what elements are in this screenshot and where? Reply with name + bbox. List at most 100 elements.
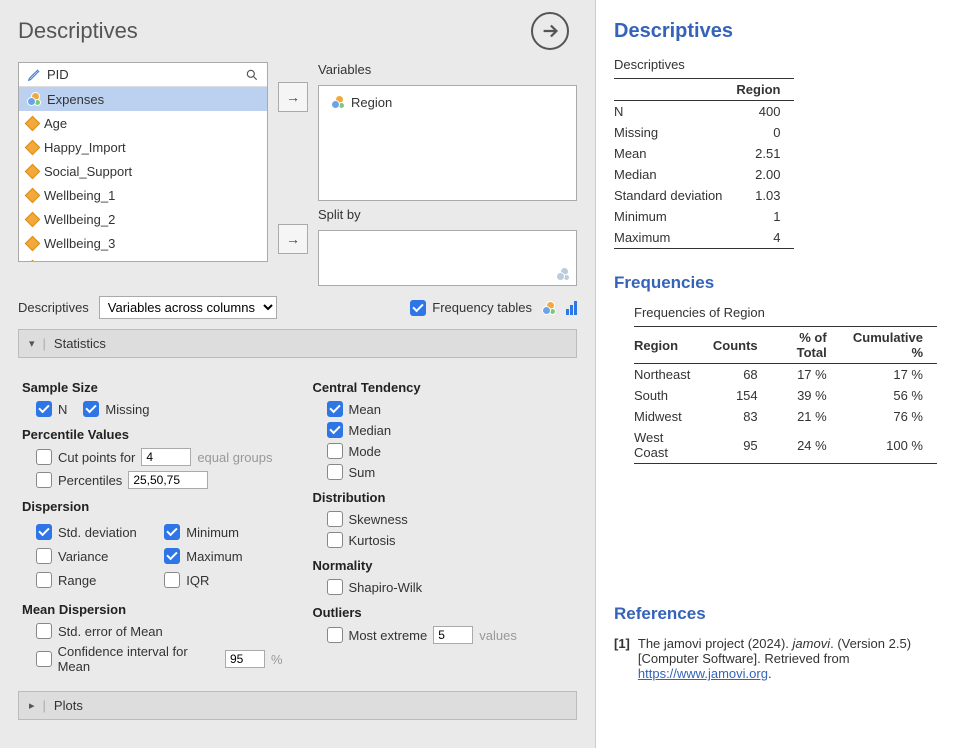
percentiles-input[interactable] (128, 471, 208, 489)
table-row: South15439 %56 % (634, 385, 937, 406)
median-checkbox[interactable]: Median (327, 422, 392, 438)
freq-table-label: Frequencies of Region (634, 305, 937, 320)
layout-select[interactable]: Variables across columns (99, 296, 277, 319)
distribution-head: Distribution (313, 490, 574, 505)
continuous-icon (25, 259, 41, 262)
list-item[interactable]: Region (323, 90, 572, 114)
nominal-icon (542, 301, 556, 315)
variable-label: Expenses (47, 92, 104, 107)
panel-title: Descriptives (18, 18, 577, 44)
list-item[interactable]: Wellbeing_2 (19, 207, 267, 231)
variable-label: Wellbeing_1 (44, 188, 115, 203)
source-variables-list[interactable]: PID Expenses Age Happy_Import Social_Suppor… (18, 62, 268, 262)
iqr-checkbox[interactable]: IQR (164, 572, 282, 588)
continuous-icon (25, 187, 41, 203)
most-extreme-suffix: values (479, 628, 517, 643)
mean-checkbox[interactable]: Mean (327, 401, 382, 417)
percentiles-checkbox[interactable]: Percentiles (36, 472, 122, 488)
variable-label: Wellbeing_3_R (44, 260, 132, 263)
list-item[interactable]: Wellbeing_3_R (19, 255, 267, 262)
chevron-right-icon: ▸ (29, 699, 35, 712)
continuous-icon (25, 139, 41, 155)
most-extreme-checkbox[interactable]: Most extreme (327, 627, 428, 643)
shapiro-checkbox[interactable]: Shapiro-Wilk (327, 579, 423, 595)
continuous-icon (25, 235, 41, 251)
run-button[interactable] (531, 12, 569, 50)
nominal-icon (556, 267, 570, 281)
table-row: Median2.00 (614, 164, 794, 185)
splitby-target[interactable] (318, 230, 577, 286)
cutpoints-input[interactable] (141, 448, 191, 466)
variable-label: Wellbeing_2 (44, 212, 115, 227)
splitby-label: Split by (318, 207, 577, 222)
table-row: Midwest8321 %76 % (634, 406, 937, 427)
list-item[interactable]: Wellbeing_1 (19, 183, 267, 207)
max-checkbox[interactable]: Maximum (164, 548, 282, 564)
ci-suffix: % (271, 652, 283, 667)
mean-dispersion-head: Mean Dispersion (22, 602, 283, 617)
variable-label: Social_Support (44, 164, 132, 179)
descriptives-table: Region N400Missing0Mean2.51Median2.00Sta… (614, 78, 794, 249)
descriptives-label: Descriptives (18, 300, 89, 315)
missing-checkbox[interactable]: Missing (83, 401, 149, 417)
search-icon[interactable] (245, 68, 259, 82)
variables-label: Variables (318, 62, 577, 77)
results-title: Descriptives (614, 20, 937, 43)
n-checkbox[interactable]: N (36, 401, 67, 417)
table-row: Standard deviation1.03 (614, 185, 794, 206)
cutpoints-checkbox[interactable]: Cut points for (36, 449, 135, 465)
ci-input[interactable] (225, 650, 265, 668)
plots-section[interactable]: ▸ | Plots (18, 691, 577, 720)
central-head: Central Tendency (313, 380, 574, 395)
cutpoints-suffix: equal groups (197, 450, 272, 465)
statistics-section[interactable]: ▾ | Statistics (18, 329, 577, 358)
nominal-icon (331, 95, 345, 109)
variable-label: Wellbeing_3 (44, 236, 115, 251)
desc-table-label: Descriptives (614, 57, 937, 72)
list-item[interactable]: Expenses (19, 87, 267, 111)
ci-checkbox[interactable]: Confidence interval for Mean (36, 644, 219, 674)
std-checkbox[interactable]: Std. deviation (36, 524, 154, 540)
move-to-splitby-button[interactable]: → (278, 224, 308, 254)
reference-link[interactable]: https://www.jamovi.org (638, 666, 768, 681)
references-title: References (614, 604, 937, 624)
table-row: N400 (614, 101, 794, 123)
dispersion-head: Dispersion (22, 499, 283, 514)
bars-icon (566, 301, 577, 315)
pid-variable[interactable]: PID (47, 67, 245, 82)
outliers-head: Outliers (313, 605, 574, 620)
table-row: Minimum1 (614, 206, 794, 227)
move-to-variables-button[interactable]: → (278, 82, 308, 112)
table-row: West Coast9524 %100 % (634, 427, 937, 464)
skewness-checkbox[interactable]: Skewness (327, 511, 408, 527)
chevron-down-icon: ▾ (29, 337, 35, 350)
continuous-icon (25, 211, 41, 227)
table-row: Missing0 (614, 122, 794, 143)
min-checkbox[interactable]: Minimum (164, 524, 282, 540)
variable-label: Age (44, 116, 67, 131)
kurtosis-checkbox[interactable]: Kurtosis (327, 532, 396, 548)
frequencies-title: Frequencies (614, 273, 937, 293)
continuous-icon (25, 115, 41, 131)
mode-checkbox[interactable]: Mode (327, 443, 382, 459)
arrow-right-icon (539, 20, 561, 42)
table-row: Maximum4 (614, 227, 794, 249)
normality-head: Normality (313, 558, 574, 573)
table-row: Northeast6817 %17 % (634, 364, 937, 386)
continuous-icon (25, 163, 41, 179)
sum-checkbox[interactable]: Sum (327, 464, 376, 480)
percentile-head: Percentile Values (22, 427, 283, 442)
reference-item: [1]The jamovi project (2024). jamovi. (V… (614, 636, 937, 681)
list-item[interactable]: Wellbeing_3 (19, 231, 267, 255)
most-extreme-input[interactable] (433, 626, 473, 644)
table-row: Mean2.51 (614, 143, 794, 164)
frequency-tables-checkbox[interactable]: Frequency tables (410, 300, 532, 316)
list-item[interactable]: Age (19, 111, 267, 135)
variables-target[interactable]: Region (318, 85, 577, 201)
range-checkbox[interactable]: Range (36, 572, 154, 588)
variance-checkbox[interactable]: Variance (36, 548, 154, 564)
variable-label: Happy_Import (44, 140, 126, 155)
list-item[interactable]: Happy_Import (19, 135, 267, 159)
list-item[interactable]: Social_Support (19, 159, 267, 183)
se-checkbox[interactable]: Std. error of Mean (36, 623, 163, 639)
